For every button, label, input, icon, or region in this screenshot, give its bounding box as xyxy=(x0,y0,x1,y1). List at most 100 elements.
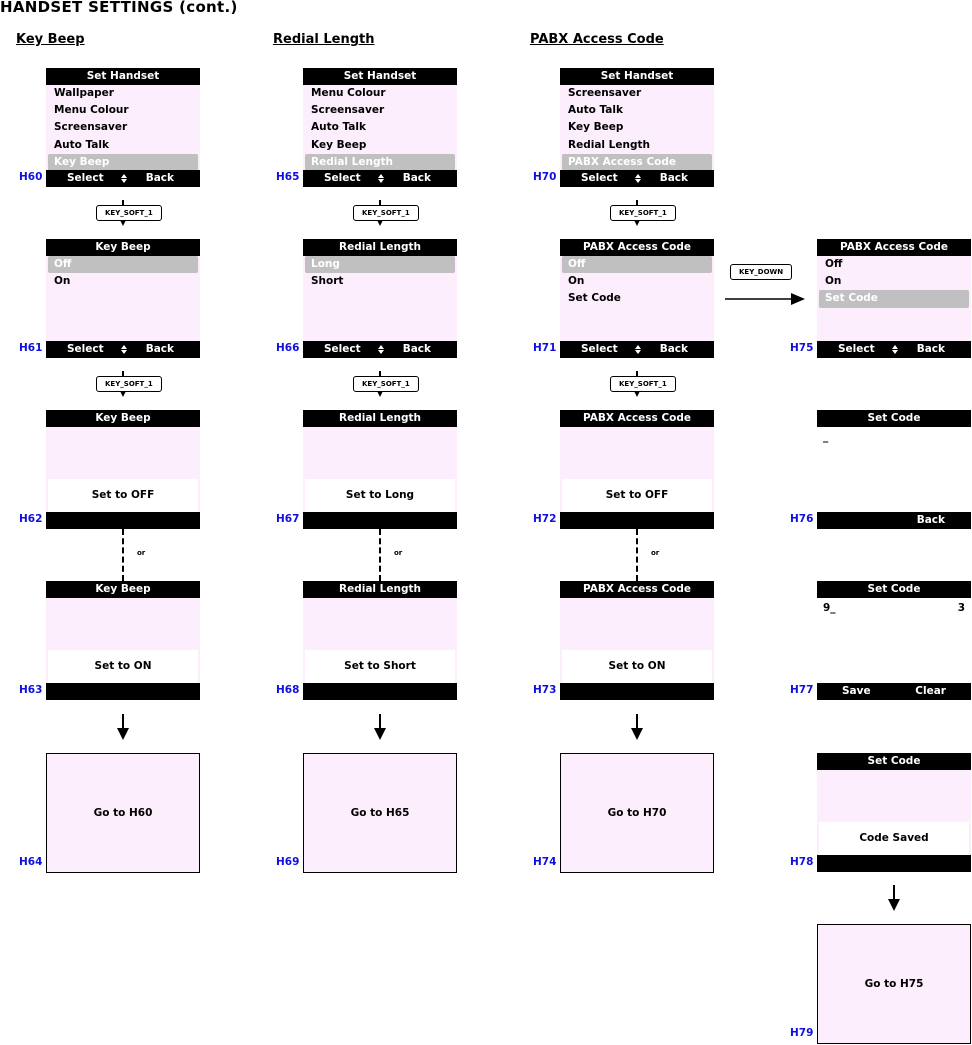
screen-body: Set to Short xyxy=(303,598,457,683)
arrow-down-icon xyxy=(887,885,901,911)
handset-screen-h77: Set Code 9_ 3 Save Clear xyxy=(817,581,971,700)
handset-screen-h68: Redial Length Set to Short xyxy=(303,581,457,700)
screen-title: Key Beep xyxy=(46,239,200,256)
back-softkey[interactable]: Back xyxy=(403,341,431,358)
screen-id-label: H75 xyxy=(790,342,814,354)
menu-item[interactable]: On xyxy=(48,273,198,290)
select-softkey[interactable]: Select xyxy=(838,341,875,358)
screen-id-label: H60 xyxy=(19,171,43,183)
menu-item[interactable]: Menu Colour xyxy=(48,102,198,119)
menu-item-selected[interactable]: Set Code xyxy=(819,290,969,308)
back-softkey[interactable]: Back xyxy=(917,341,945,358)
softkey-bar xyxy=(303,683,457,700)
menu-item[interactable]: On xyxy=(562,273,712,290)
menu-item[interactable]: Screensaver xyxy=(305,102,455,119)
menu-item[interactable]: Auto Talk xyxy=(562,102,712,119)
select-softkey[interactable]: Select xyxy=(581,341,618,358)
screen-id-label: H71 xyxy=(533,342,557,354)
key-press-label: KEY_SOFT_1 xyxy=(610,376,676,392)
screen-body: Set to ON xyxy=(46,598,200,683)
menu-item[interactable]: Redial Length xyxy=(562,137,712,154)
menu-item[interactable]: Screensaver xyxy=(48,119,198,136)
softkey-bar: Save Clear xyxy=(817,683,971,700)
screen-body: Set to OFF xyxy=(560,427,714,512)
back-softkey[interactable]: Back xyxy=(917,512,945,529)
confirmation-message: Set to OFF xyxy=(48,479,198,512)
screen-title: Key Beep xyxy=(46,581,200,598)
softkey-bar: Select Back xyxy=(560,341,714,358)
menu-item-selected[interactable]: Off xyxy=(48,256,198,274)
menu-item[interactable]: Key Beep xyxy=(562,119,712,136)
up-down-nav-icon xyxy=(377,170,385,187)
menu-item[interactable]: Set Code xyxy=(562,290,712,307)
menu-item[interactable]: Key Beep xyxy=(305,137,455,154)
menu-item-selected[interactable]: Key Beep xyxy=(48,153,198,171)
up-down-nav-icon xyxy=(120,341,128,358)
back-softkey[interactable]: Back xyxy=(146,341,174,358)
screen-title: PABX Access Code xyxy=(560,581,714,598)
select-softkey[interactable]: Select xyxy=(67,341,104,358)
key-press-label: KEY_DOWN xyxy=(730,264,793,280)
code-entry-value[interactable]: _ xyxy=(823,431,828,443)
screen-title: PABX Access Code xyxy=(560,239,714,256)
clear-softkey[interactable]: Clear xyxy=(915,683,946,700)
screen-title: Redial Length xyxy=(303,239,457,256)
page-title: HANDSET SETTINGS (cont.) xyxy=(0,0,238,16)
confirmation-message: Code Saved xyxy=(819,822,969,855)
menu-item[interactable]: Screensaver xyxy=(562,85,712,102)
menu-item-selected[interactable]: Long xyxy=(305,256,455,274)
code-entry-area: _ xyxy=(817,427,971,512)
menu-item[interactable]: Auto Talk xyxy=(48,137,198,154)
alternative-connector xyxy=(379,529,381,581)
menu-list: Wallpaper Menu Colour Screensaver Auto Talk… xyxy=(46,85,200,171)
menu-item[interactable]: Menu Colour xyxy=(305,85,455,102)
select-softkey[interactable]: Select xyxy=(581,170,618,187)
menu-item[interactable]: On xyxy=(819,273,969,290)
menu-item-selected[interactable]: Off xyxy=(562,256,712,274)
menu-item[interactable]: Short xyxy=(305,273,455,290)
softkey-bar: Back xyxy=(817,512,971,529)
menu-list: Menu Colour Screensaver Auto Talk Key Beep R… xyxy=(303,85,457,171)
key-press-label: KEY_SOFT_1 xyxy=(96,205,162,221)
screen-id-label: H79 xyxy=(790,1027,814,1039)
select-softkey[interactable]: Select xyxy=(67,170,104,187)
handset-screen-h61: Key Beep Off On Select Back xyxy=(46,239,200,358)
back-softkey[interactable]: Back xyxy=(660,170,688,187)
up-down-nav-icon xyxy=(120,170,128,187)
select-softkey[interactable]: Select xyxy=(324,341,361,358)
menu-item[interactable]: Wallpaper xyxy=(48,85,198,102)
menu-item-selected[interactable]: PABX Access Code xyxy=(562,153,712,171)
section-title-pabx-access-code: PABX Access Code xyxy=(530,32,664,47)
confirmation-message: Set to Long xyxy=(305,479,455,512)
save-softkey[interactable]: Save xyxy=(842,683,871,700)
screen-body: Code Saved xyxy=(817,770,971,855)
menu-list: Off On Set Code xyxy=(560,256,714,341)
screen-title: Set Code xyxy=(817,753,971,770)
screen-title: Set Handset xyxy=(46,68,200,85)
key-press-label: KEY_SOFT_1 xyxy=(96,376,162,392)
softkey-bar: Select Back xyxy=(817,341,971,358)
screen-title: Key Beep xyxy=(46,410,200,427)
screen-id-label: H61 xyxy=(19,342,43,354)
alternative-connector xyxy=(122,529,124,581)
arrow-down-icon xyxy=(373,714,387,740)
goto-box-h79: Go to H75 xyxy=(817,924,971,1044)
screen-body: Set to ON xyxy=(560,598,714,683)
back-softkey[interactable]: Back xyxy=(660,341,688,358)
screen-title: Set Code xyxy=(817,410,971,427)
screen-id-label: H66 xyxy=(276,342,300,354)
select-softkey[interactable]: Select xyxy=(324,170,361,187)
menu-item[interactable]: Off xyxy=(819,256,969,273)
alternative-connector xyxy=(636,529,638,581)
menu-list: Off On Set Code xyxy=(817,256,971,341)
back-softkey[interactable]: Back xyxy=(403,170,431,187)
menu-item[interactable]: Auto Talk xyxy=(305,119,455,136)
handset-screen-h60: Set Handset Wallpaper Menu Colour Screensav… xyxy=(46,68,200,187)
menu-item-selected[interactable]: Redial Length xyxy=(305,153,455,171)
screen-title: PABX Access Code xyxy=(560,410,714,427)
screen-title: Set Handset xyxy=(303,68,457,85)
code-entry-value[interactable]: 9_ xyxy=(823,602,836,614)
screen-body: Set to OFF xyxy=(46,427,200,512)
back-softkey[interactable]: Back xyxy=(146,170,174,187)
screen-id-label: H64 xyxy=(19,856,43,868)
